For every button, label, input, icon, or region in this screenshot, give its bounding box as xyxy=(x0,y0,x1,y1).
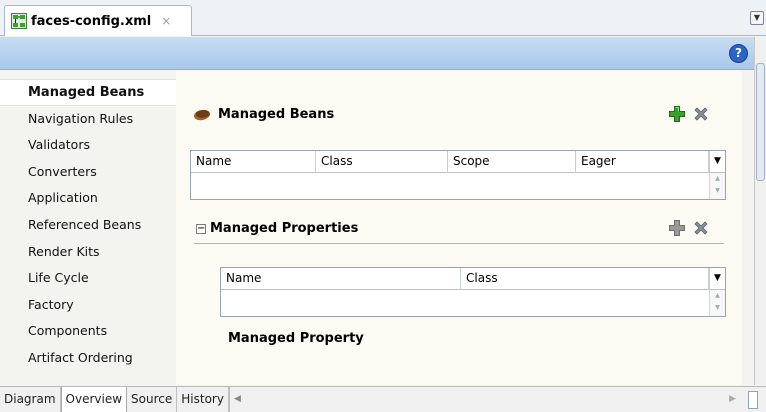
tab-list-dropdown-icon[interactable]: ▼ xyxy=(750,11,764,25)
column-menu-dropdown-icon[interactable]: ▼ xyxy=(709,151,725,172)
nav-item-application[interactable]: Application xyxy=(0,185,176,212)
editor-bottom-tabs: Diagram Overview Source History ◀ ▶ xyxy=(0,386,766,412)
column-header-name[interactable]: Name xyxy=(221,268,461,290)
nav-item-components[interactable]: Components xyxy=(0,318,176,345)
overview-header-band: ? xyxy=(0,37,754,70)
nav-item-artifact-ordering[interactable]: Artifact Ordering xyxy=(0,345,176,372)
editor-tab-strip: faces-config.xml × ▼ xyxy=(0,0,766,36)
managed-properties-table[interactable]: Name Class ▼ ▲ ▼ xyxy=(220,267,726,317)
editor-tab-faces-config[interactable]: faces-config.xml × xyxy=(4,5,192,36)
help-icon[interactable]: ? xyxy=(729,44,748,63)
managed-properties-table-header: Name Class ▼ xyxy=(221,268,725,290)
managed-beans-title: Managed Beans xyxy=(218,107,335,122)
nav-item-render-kits[interactable]: Render Kits xyxy=(0,239,176,266)
collapse-icon[interactable]: − xyxy=(196,223,206,234)
column-header-class[interactable]: Class xyxy=(461,268,709,290)
managed-beans-actions xyxy=(668,105,710,123)
nav-item-life-cycle[interactable]: Life Cycle xyxy=(0,265,176,292)
horizontal-scrollbar[interactable]: ◀ ▶ xyxy=(228,387,766,412)
tab-history[interactable]: History xyxy=(177,387,229,412)
managed-beans-table-body[interactable]: ▲ ▼ xyxy=(191,173,725,199)
table-scrollbar[interactable]: ▲ ▼ xyxy=(709,173,725,199)
managed-beans-table[interactable]: Name Class Scope Eager ▼ ▲ ▼ xyxy=(190,150,726,200)
faces-config-file-icon xyxy=(11,13,27,29)
managed-properties-table-body[interactable]: ▲ ▼ xyxy=(221,290,725,316)
add-icon[interactable] xyxy=(668,105,686,123)
tab-source[interactable]: Source xyxy=(127,387,178,412)
nav-item-factory[interactable]: Factory xyxy=(0,292,176,319)
vertical-scrollbar-thumb[interactable] xyxy=(756,63,765,181)
section-divider xyxy=(194,243,724,244)
add-icon[interactable] xyxy=(668,219,686,237)
delete-icon[interactable] xyxy=(692,105,710,123)
table-scrollbar[interactable]: ▲ ▼ xyxy=(709,290,725,316)
overview-content: Managed Beans Name Class Scope Eager ▼ ▲… xyxy=(176,71,742,385)
column-menu-dropdown-icon[interactable]: ▼ xyxy=(709,268,725,289)
nav-item-navigation-rules[interactable]: Navigation Rules xyxy=(0,106,176,133)
nav-item-converters[interactable]: Converters xyxy=(0,159,176,186)
scroll-left-icon[interactable]: ◀ xyxy=(234,387,241,412)
managed-property-label: Managed Property xyxy=(228,331,364,346)
overview-left-nav: Managed Beans Navigation Rules Validator… xyxy=(0,71,176,385)
tab-diagram[interactable]: Diagram xyxy=(0,387,61,412)
bean-icon xyxy=(193,107,211,122)
managed-properties-actions xyxy=(668,219,710,237)
vertical-scrollbar[interactable] xyxy=(754,37,766,385)
nav-item-managed-beans[interactable]: Managed Beans xyxy=(0,79,176,106)
managed-beans-table-header: Name Class Scope Eager ▼ xyxy=(191,151,725,173)
column-header-eager[interactable]: Eager xyxy=(576,151,709,173)
tab-overview[interactable]: Overview xyxy=(60,387,128,412)
managed-properties-title: Managed Properties xyxy=(210,221,359,236)
editor-tab-title: faces-config.xml xyxy=(31,13,152,29)
split-view-handle[interactable] xyxy=(748,391,758,409)
delete-icon[interactable] xyxy=(692,219,710,237)
nav-item-referenced-beans[interactable]: Referenced Beans xyxy=(0,212,176,239)
nav-item-validators[interactable]: Validators xyxy=(0,132,176,159)
column-header-name[interactable]: Name xyxy=(191,151,316,173)
scroll-right-icon[interactable]: ▶ xyxy=(729,387,736,412)
managed-beans-heading: Managed Beans xyxy=(193,107,335,122)
column-header-scope[interactable]: Scope xyxy=(448,151,576,173)
close-icon[interactable]: × xyxy=(161,14,171,28)
managed-properties-heading: − Managed Properties xyxy=(196,221,358,236)
column-header-class[interactable]: Class xyxy=(316,151,448,173)
